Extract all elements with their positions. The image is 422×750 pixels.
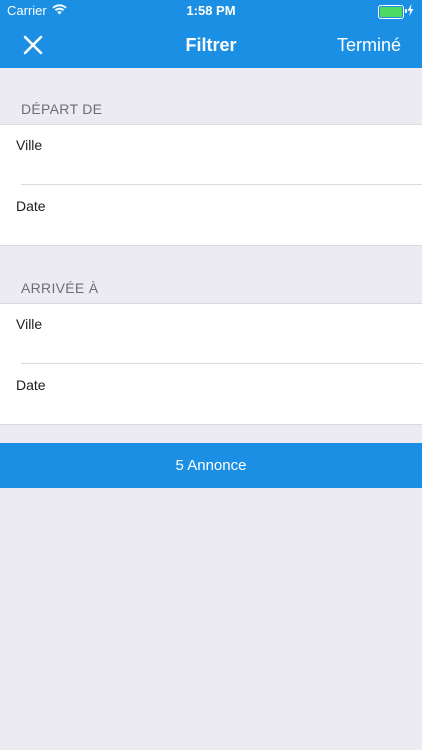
app-header: Carrier 1:58 PM Filtrer Terminé (0, 0, 422, 68)
arrival-date-field[interactable]: Date (0, 365, 422, 425)
show-results-label: 5 Annonce (175, 457, 247, 474)
battery-fill (380, 6, 402, 17)
row-divider (21, 184, 422, 185)
arrival-date-label: Date (16, 377, 46, 393)
departure-city-label: Ville (16, 137, 43, 153)
row-divider (21, 363, 422, 364)
charging-icon (407, 4, 414, 19)
status-time: 1:58 PM (186, 3, 236, 18)
status-right (378, 4, 414, 19)
show-results-button[interactable]: 5 Annonce (0, 443, 422, 488)
arrival-city-label: Ville (16, 316, 43, 332)
departure-date-field[interactable]: Date (0, 186, 422, 246)
departure-city-field[interactable]: Ville (0, 125, 422, 185)
departure-group: Ville Date (0, 124, 422, 246)
status-bar: Carrier 1:58 PM (0, 0, 422, 22)
done-button[interactable]: Terminé (337, 35, 401, 56)
arrival-city-field[interactable]: Ville (0, 304, 422, 364)
arrival-group: Ville Date (0, 303, 422, 425)
arrival-section-header: ARRIVÉE À (21, 280, 99, 296)
navigation-bar: Filtrer Terminé (0, 22, 422, 68)
battery-icon (378, 4, 407, 19)
departure-date-label: Date (16, 198, 46, 214)
departure-section-header: DÉPART DE (21, 101, 103, 117)
